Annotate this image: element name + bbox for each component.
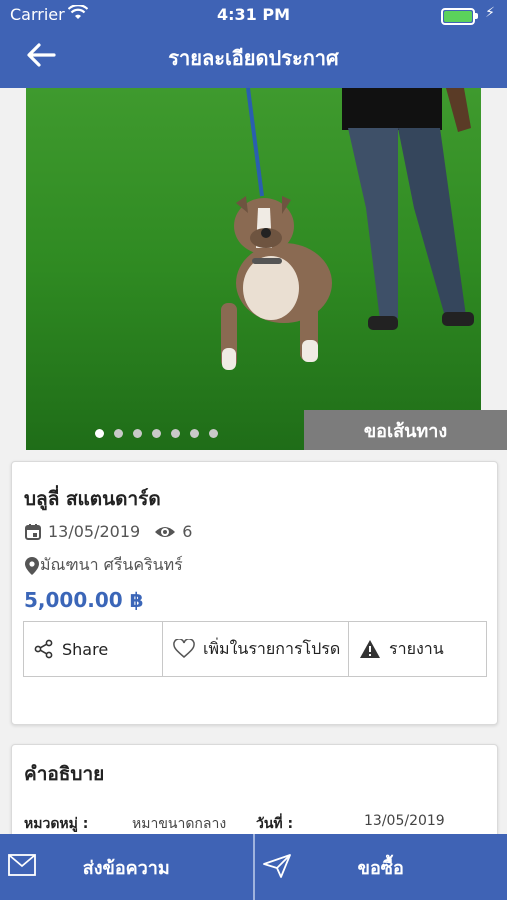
listing-title: บลูลี่ สแตนดาร์ด: [24, 488, 161, 510]
slider-dot[interactable]: [113, 429, 123, 438]
listing-location: มัณฑนา ศรีนครินทร์: [24, 553, 183, 578]
charging-icon: ⚡: [485, 5, 495, 21]
favorite-label: เพิ่มในรายการโปรด: [203, 638, 341, 658]
image-slider[interactable]: [26, 88, 481, 450]
report-label: รายงาน: [389, 638, 444, 658]
date-label: วันที่ :: [256, 816, 294, 832]
share-label: Share: [62, 639, 109, 659]
slider-dot[interactable]: [208, 429, 218, 438]
send-message-label: ส่งข้อความ: [82, 857, 170, 879]
description-title: คำอธิบาย: [24, 763, 105, 785]
eye-icon: [155, 526, 176, 537]
top-bar: Carrier 4:31 PM ⚡ รายละเอียดประกาศ: [0, 0, 507, 88]
report-button[interactable]: รายงาน: [349, 622, 486, 676]
mail-icon: [8, 854, 36, 876]
status-bar: Carrier 4:31 PM ⚡: [0, 0, 507, 30]
send-message-button[interactable]: ส่งข้อความ: [0, 834, 255, 900]
share-icon: [34, 639, 53, 659]
status-time: 4:31 PM: [216, 5, 290, 24]
buy-request-button[interactable]: ขอซื้อ: [255, 834, 507, 900]
action-bar: Share เพิ่มในรายการโปรด รายงาน: [23, 621, 487, 677]
share-button[interactable]: Share: [24, 622, 163, 676]
category-value: หมาขนาดกลาง: [132, 816, 227, 832]
listing-card: บลูลี่ สแตนดาร์ด 13/05/2019 6 มัณฑนา ศรี…: [11, 461, 498, 725]
slider-dots: [26, 423, 286, 442]
category-label: หมวดหมู่ :: [24, 816, 89, 832]
page-title: รายละเอียดประกาศ: [168, 46, 339, 70]
battery-icon: [441, 8, 478, 25]
warning-icon: [360, 640, 380, 658]
slider-dot[interactable]: [132, 429, 142, 438]
location-pin-icon: [25, 556, 39, 575]
listing-date: 13/05/2019: [48, 522, 141, 541]
bottom-action-bar: ส่งข้อความ ขอซื้อ: [0, 834, 507, 900]
calendar-icon: [25, 523, 41, 540]
listing-price: 5,000.00 ฿: [24, 588, 144, 612]
slider-dot[interactable]: [151, 429, 161, 438]
view-count: 6: [182, 522, 193, 541]
favorite-button[interactable]: เพิ่มในรายการโปรด: [163, 622, 349, 676]
slider-dot[interactable]: [94, 429, 104, 438]
date-value: 13/05/2019: [364, 813, 445, 829]
send-icon: [262, 854, 291, 878]
heart-icon: [173, 639, 195, 658]
route-button[interactable]: ขอเส้นทาง: [304, 410, 507, 450]
slider-dot[interactable]: [189, 429, 199, 438]
location-text: มัณฑนา ศรีนครินทร์: [40, 555, 183, 574]
dog-photo: [26, 88, 481, 450]
slider-dot[interactable]: [170, 429, 180, 438]
buy-request-label: ขอซื้อ: [357, 857, 404, 879]
listing-meta: 13/05/2019 6: [24, 522, 192, 541]
